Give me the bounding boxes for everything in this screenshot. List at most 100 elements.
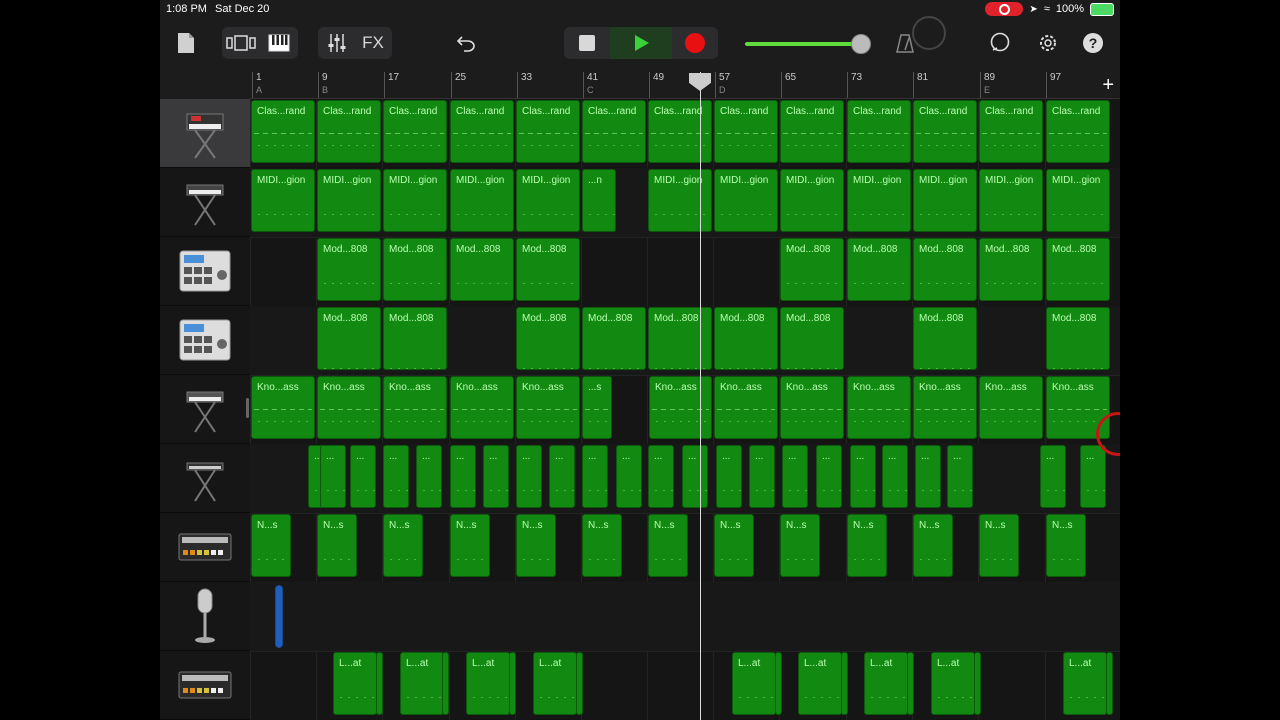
midi-region-small[interactable]: ... [1080,445,1106,508]
mixer-button[interactable] [320,29,354,57]
midi-region-small[interactable]: ... [1040,445,1066,508]
midi-region[interactable]: N...s [714,514,754,577]
keyboard-button[interactable] [262,29,296,57]
track-header[interactable] [160,237,250,306]
midi-region[interactable]: Kno...ass [516,376,580,439]
timeline-ruler[interactable]: 1A 9B 17 25 33 41 C 49 57 D 65 73 81 89 E 9… [250,72,1120,99]
midi-region-small[interactable] [376,652,383,715]
midi-region[interactable]: Mod...808 [913,307,977,370]
midi-region[interactable]: N...s [1046,514,1086,577]
midi-region-small[interactable]: ... [450,445,476,508]
midi-region[interactable]: N...s [317,514,357,577]
midi-region[interactable]: Mod...808 [317,238,381,301]
midi-region[interactable]: Mod...808 [516,307,580,370]
midi-region-small[interactable] [509,652,516,715]
midi-region[interactable]: MIDI...gion [1046,169,1110,232]
midi-region-small[interactable]: ... [350,445,376,508]
help-button[interactable]: ? [1080,30,1106,56]
midi-region-small[interactable]: ... [915,445,941,508]
midi-region[interactable]: Mod...808 [1046,307,1110,370]
midi-region[interactable]: MIDI...gion [979,169,1043,232]
midi-region-small[interactable]: ... [716,445,742,508]
midi-region-small[interactable]: ... [682,445,708,508]
audio-region[interactable] [275,585,283,648]
track-header[interactable] [160,582,250,651]
midi-region-small[interactable] [841,652,848,715]
arrangement-area[interactable]: Clas...rand Clas...rand Clas...rand Clas...… [250,99,1120,720]
midi-region[interactable]: Kno...ass [450,376,514,439]
midi-region[interactable]: Kno...ass [649,376,712,439]
midi-region[interactable]: Mod...808 [383,238,447,301]
midi-region[interactable]: MIDI...gion [317,169,381,232]
midi-region[interactable]: L...at [333,652,377,715]
midi-region[interactable]: MIDI...gion [450,169,514,232]
midi-region[interactable]: L...at [1063,652,1107,715]
midi-region-small[interactable] [974,652,981,715]
midi-region[interactable]: Clas...rand [516,100,580,163]
midi-region[interactable]: Kno...ass [714,376,778,439]
midi-region[interactable]: L...at [533,652,577,715]
midi-region[interactable]: Kno...ass [317,376,381,439]
track-header[interactable] [160,651,250,720]
midi-region[interactable]: N...s [251,514,291,577]
midi-region[interactable]: Clas...rand [913,100,977,163]
midi-region[interactable]: Mod...808 [847,238,911,301]
midi-region[interactable]: N...s [582,514,622,577]
midi-region[interactable]: N...s [780,514,820,577]
midi-region-small[interactable]: ... [816,445,842,508]
midi-region[interactable]: Mod...808 [913,238,977,301]
midi-region[interactable]: MIDI...gion [383,169,447,232]
midi-region[interactable]: N...s [516,514,556,577]
midi-region-small[interactable] [907,652,914,715]
midi-region[interactable]: ...s [582,376,612,439]
midi-region-small[interactable]: ... [383,445,409,508]
add-section-button[interactable]: + [1102,74,1114,97]
midi-region[interactable]: Clas...rand [847,100,911,163]
midi-region-small[interactable]: ... [782,445,808,508]
midi-region[interactable]: MIDI...gion [780,169,844,232]
midi-region[interactable]: Mod...808 [516,238,580,301]
midi-region-small[interactable]: ... [947,445,973,508]
midi-region-small[interactable]: ... [616,445,642,508]
midi-region[interactable]: Mod...808 [582,307,646,370]
midi-region[interactable]: Mod...808 [1046,238,1110,301]
midi-region-small[interactable]: ... [648,445,674,508]
midi-region[interactable]: MIDI...gion [847,169,911,232]
midi-region[interactable]: Mod...808 [780,238,844,301]
midi-region-small[interactable]: ... [516,445,542,508]
track-header[interactable] [160,99,250,168]
my-songs-button[interactable] [174,29,198,57]
midi-region[interactable]: L...at [400,652,444,715]
midi-region-small[interactable]: ... [850,445,876,508]
loop-browser-button[interactable] [986,30,1014,56]
midi-region[interactable]: N...s [383,514,423,577]
midi-region[interactable]: Clas...rand [383,100,447,163]
midi-region[interactable]: Clas...rand [251,100,315,163]
midi-region-small[interactable]: ... [749,445,775,508]
midi-region[interactable]: Mod...808 [780,307,844,370]
midi-region[interactable]: Kno...ass [251,376,315,439]
midi-region[interactable]: MIDI...gion [913,169,977,232]
midi-region[interactable]: N...s [979,514,1019,577]
track-header[interactable] [160,513,250,582]
midi-region-small[interactable]: ... [882,445,908,508]
midi-region[interactable]: Clas...rand [450,100,514,163]
midi-region[interactable]: Mod...808 [979,238,1043,301]
midi-region[interactable]: MIDI...gion [516,169,580,232]
master-volume-knob[interactable] [851,34,871,54]
midi-region-small[interactable]: ... [320,445,346,508]
midi-region[interactable]: Kno...ass [383,376,447,439]
midi-region[interactable]: MIDI...gion [251,169,315,232]
midi-region[interactable]: Mod...808 [450,238,514,301]
tracks-view-button[interactable] [224,29,258,57]
midi-region[interactable]: Mod...808 [648,307,712,370]
midi-region[interactable]: Kno...ass [979,376,1043,439]
midi-region-small[interactable]: ... [582,445,608,508]
count-in-button[interactable] [912,16,946,50]
midi-region[interactable]: L...at [732,652,776,715]
midi-region[interactable]: L...at [864,652,908,715]
record-button[interactable] [680,29,710,57]
midi-region[interactable]: Mod...808 [383,307,447,370]
midi-region[interactable]: N...s [450,514,490,577]
fx-button[interactable]: FX [356,29,390,57]
